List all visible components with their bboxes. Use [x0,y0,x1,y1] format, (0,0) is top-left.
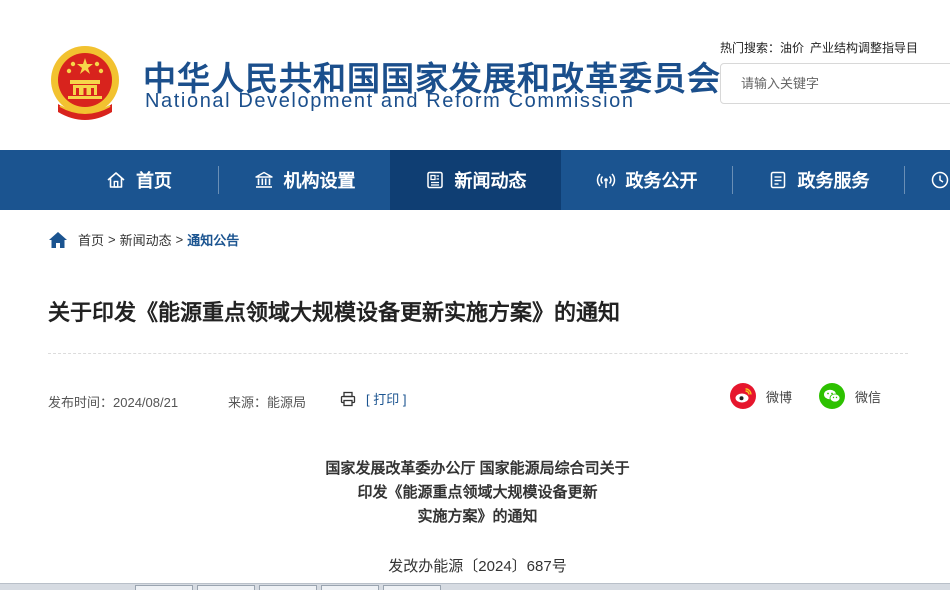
os-taskbar [0,583,950,590]
nav-label: 新闻动态 [454,171,527,191]
publish-time: 发布时间：2024/08/21 [48,395,179,410]
taskbar-button[interactable] [383,585,441,590]
breadcrumb-home[interactable]: 首页 [78,230,104,249]
print-button[interactable]: [ 打印 ] [340,389,406,408]
article-title: 关于印发《能源重点领域大规模设备更新实施方案》的通知 [48,300,621,325]
hot-search-link[interactable]: 产业结构调整指导目 [810,41,918,55]
hot-search: 热门搜索：油价 产业结构调整指导目 [720,39,924,56]
main-nav: 首页 机构设置 新闻动态 政务公开 政务服务 [0,150,950,210]
share-weibo-button[interactable]: 微博 [730,383,792,409]
document-heading-line: 实施方案》的通知 [417,508,538,525]
document-number: 发改办能源〔2024〕687号 [388,558,567,575]
breadcrumb-separator: > [175,232,184,247]
document-heading-line: 国家发展改革委办公厅 国家能源局综合司关于 [325,460,630,477]
news-icon [426,171,443,189]
share-wechat-label: 微信 [855,389,882,405]
clock-icon [931,171,949,189]
nav-label: 首页 [136,171,172,191]
weibo-icon [730,383,756,409]
document-icon [770,171,785,189]
nav-item-home[interactable]: 首页 [60,150,218,210]
nav-item-government-affairs[interactable]: 政务公开 [561,150,732,210]
breadcrumb: 首页 > 新闻动态 > 通知公告 [48,230,239,249]
article-source: 来源：能源局 [228,395,307,410]
title-divider [48,353,908,354]
national-emblem-icon [51,46,119,120]
home-icon [107,172,125,188]
broadcast-icon [596,173,615,188]
breadcrumb-separator: > [108,232,116,247]
share-wechat-button[interactable]: 微信 [819,383,881,409]
taskbar-button[interactable] [259,585,317,590]
nav-item-more[interactable] [930,150,950,210]
building-icon [254,171,273,188]
wechat-icon [819,383,845,409]
hot-search-label: 热门搜索： [720,41,781,55]
taskbar-button[interactable] [321,585,379,590]
search-input[interactable] [721,64,950,103]
document-heading: 国家发展改革委办公厅 国家能源局综合司关于 印发《能源重点领域大规模设备更新 实… [300,457,655,529]
home-icon[interactable] [48,231,68,249]
search-box [720,63,950,104]
nav-item-services[interactable]: 政务服务 [733,150,904,210]
nav-divider [904,166,905,194]
breadcrumb-current[interactable]: 通知公告 [187,230,239,249]
site-header: 中华人民共和国国家发展和改革委员会 National Development a… [0,0,950,150]
nav-item-organization[interactable]: 机构设置 [219,150,390,210]
taskbar-button[interactable] [197,585,255,590]
site-title-en[interactable]: National Development and Reform Commissi… [145,90,635,113]
document-heading-line: 印发《能源重点领域大规模设备更新 [357,484,598,501]
print-label: [ 打印 ] [366,392,407,407]
share-weibo-label: 微博 [766,389,793,405]
nav-label: 政务公开 [625,171,698,191]
breadcrumb-news[interactable]: 新闻动态 [120,230,172,249]
nav-label: 政务服务 [797,171,870,191]
nav-label: 机构设置 [283,171,356,191]
hot-search-link[interactable]: 油价 [780,41,804,55]
taskbar-button[interactable] [135,585,193,590]
printer-icon [340,391,356,406]
nav-item-news[interactable]: 新闻动态 [390,150,561,210]
